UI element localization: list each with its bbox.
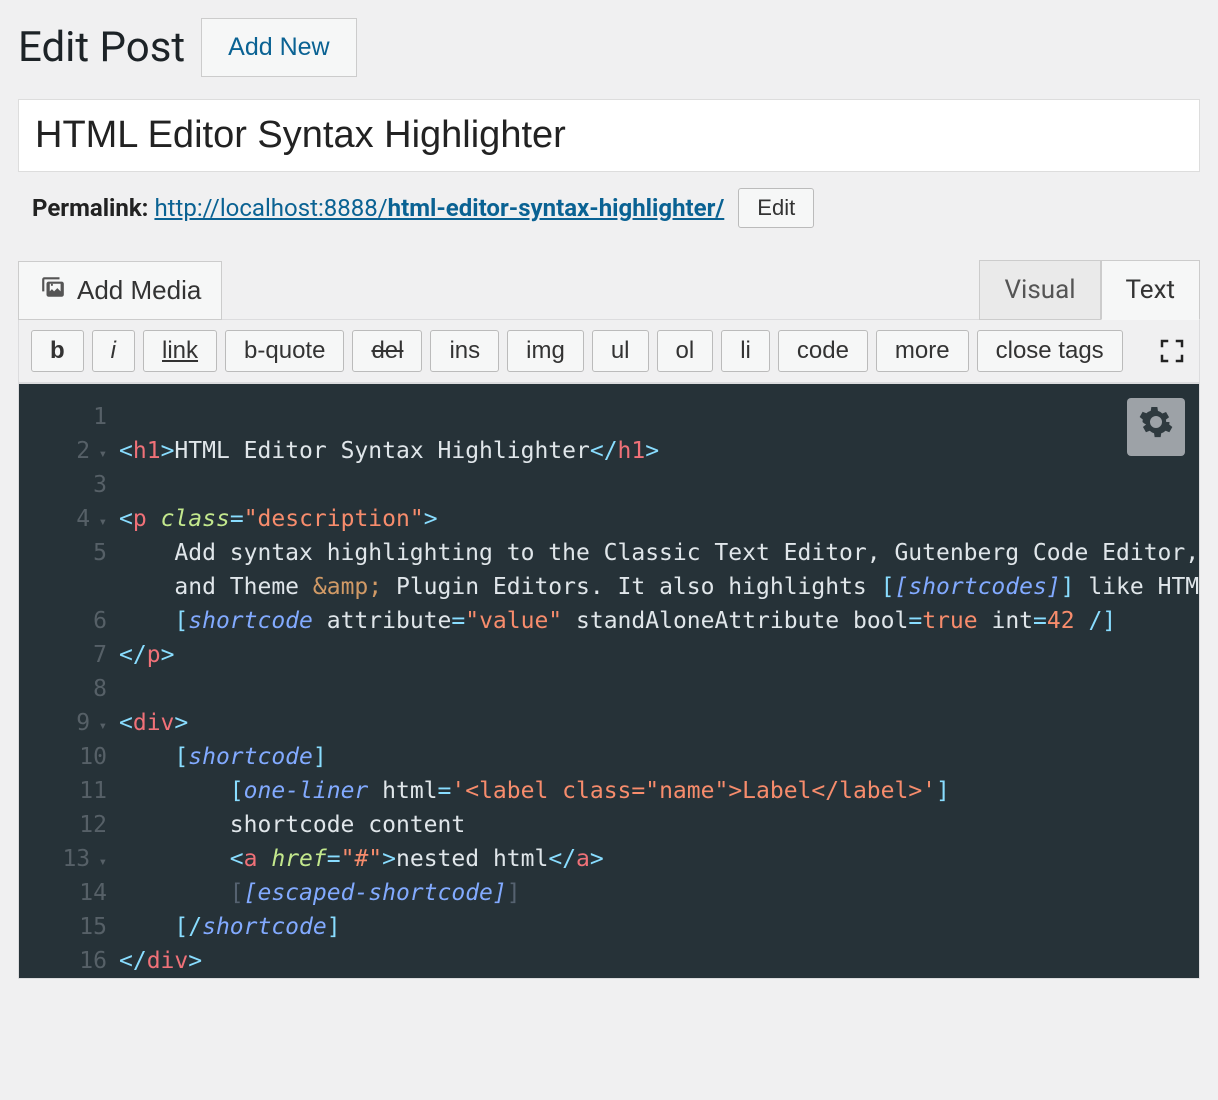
add-media-button[interactable]: Add Media <box>18 261 222 320</box>
tool-ol[interactable]: ol <box>657 330 714 372</box>
code-line[interactable]: <div> <box>119 706 1199 740</box>
permalink-base: http://localhost:8888/ <box>154 194 387 222</box>
post-title-input[interactable] <box>18 99 1200 172</box>
tool-del[interactable]: del <box>352 330 422 372</box>
editor-tabs: Visual Text <box>979 260 1200 320</box>
permalink-label: Permalink: <box>32 194 148 222</box>
tool-b-quote[interactable]: b-quote <box>225 330 344 372</box>
code-editor[interactable]: 12345678910111213141516 <h1>HTML Editor … <box>18 383 1200 979</box>
code-line[interactable]: </p> <box>119 638 1199 672</box>
code-content[interactable]: <h1>HTML Editor Syntax Highlighter</h1> <… <box>19 384 1199 978</box>
tool-ins[interactable]: ins <box>430 330 499 372</box>
tool-code[interactable]: code <box>778 330 868 372</box>
editor-settings-button[interactable] <box>1127 398 1185 456</box>
tool-img[interactable]: img <box>507 330 584 372</box>
tool-bold[interactable]: b <box>31 330 84 372</box>
tool-close-tags[interactable]: close tags <box>977 330 1123 372</box>
line-gutter: 12345678910111213141516 <box>19 384 111 978</box>
page-title: Edit Post <box>18 23 185 72</box>
tab-visual[interactable]: Visual <box>979 260 1100 320</box>
code-line[interactable]: Add syntax highlighting to the Classic T… <box>119 536 1199 570</box>
tool-link[interactable]: link <box>143 330 217 372</box>
code-line[interactable]: <p class="description"> <box>119 502 1199 536</box>
permalink-slug: html-editor-syntax-highlighter/ <box>388 194 725 222</box>
code-line[interactable]: shortcode content <box>119 808 1199 842</box>
tool-italic[interactable]: i <box>92 330 135 372</box>
permalink-row: Permalink: http://localhost:8888/html-ed… <box>32 188 1200 228</box>
code-line[interactable] <box>119 400 1199 434</box>
edit-permalink-button[interactable]: Edit <box>738 188 814 228</box>
tool-more[interactable]: more <box>876 330 969 372</box>
code-line[interactable]: <h1>HTML Editor Syntax Highlighter</h1> <box>119 434 1199 468</box>
code-line[interactable]: <a href="#">nested html</a> <box>119 842 1199 876</box>
tool-ul[interactable]: ul <box>592 330 649 372</box>
fullscreen-icon[interactable] <box>1157 336 1187 366</box>
text-toolbar: b i link b-quote del ins img ul ol li co… <box>18 319 1200 383</box>
code-line[interactable] <box>119 672 1199 706</box>
code-line[interactable]: [one-liner html='<label class="name">Lab… <box>119 774 1199 808</box>
tool-li[interactable]: li <box>721 330 770 372</box>
code-line[interactable]: [[escaped-shortcode]] <box>119 876 1199 910</box>
code-line[interactable]: [shortcode attribute="value" standAloneA… <box>119 604 1199 638</box>
tab-text[interactable]: Text <box>1101 260 1200 320</box>
code-line[interactable]: [/shortcode] <box>119 910 1199 944</box>
add-media-icon <box>39 274 67 307</box>
add-new-button[interactable]: Add New <box>201 18 356 77</box>
permalink-link[interactable]: http://localhost:8888/html-editor-syntax… <box>154 194 724 222</box>
code-line[interactable] <box>119 468 1199 502</box>
code-line[interactable]: </div> <box>119 944 1199 978</box>
gear-icon <box>1138 404 1174 450</box>
add-media-label: Add Media <box>77 275 201 306</box>
code-line[interactable]: [shortcode] <box>119 740 1199 774</box>
code-line[interactable]: and Theme &amp; Plugin Editors. It also … <box>119 570 1199 604</box>
